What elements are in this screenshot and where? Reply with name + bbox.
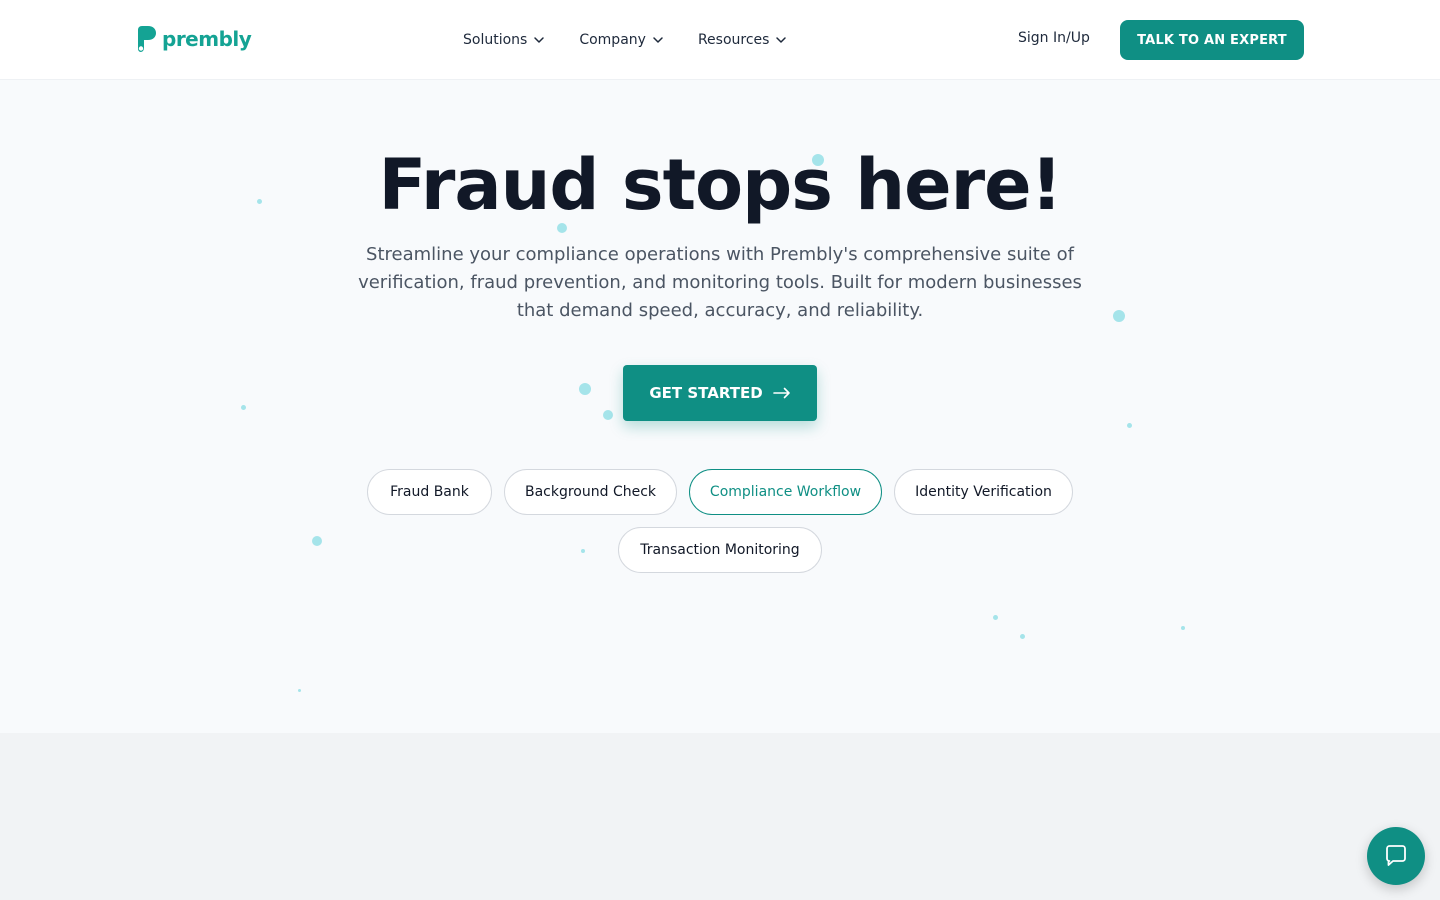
- top-nav: prembly Solutions Company Resources Sign…: [0, 0, 1440, 80]
- menu-solutions-label: Solutions: [463, 32, 528, 48]
- chip-compliance-workflow[interactable]: Compliance Workflow: [689, 469, 882, 515]
- decorative-dot: [581, 549, 585, 553]
- chip-label: Compliance Workflow: [709, 484, 862, 500]
- decorative-dot: [1127, 423, 1132, 428]
- decorative-dot: [298, 689, 301, 692]
- menu-company[interactable]: Company: [579, 28, 664, 52]
- menu-company-label: Company: [579, 32, 646, 48]
- prembly-logo[interactable]: prembly: [136, 26, 252, 52]
- decorative-dot: [241, 405, 246, 410]
- next-section: [0, 733, 1440, 900]
- chip-fraud-bank[interactable]: Fraud Bank: [367, 469, 492, 515]
- chip-label: Identity Verification: [915, 484, 1052, 500]
- chip-identity-verification[interactable]: Identity Verification: [894, 469, 1073, 515]
- menu-resources[interactable]: Resources: [698, 28, 788, 52]
- chat-button[interactable]: [1367, 827, 1425, 885]
- decorative-dot: [993, 615, 998, 620]
- chip-label: Fraud Bank: [390, 484, 469, 500]
- chip-background-check[interactable]: Background Check: [504, 469, 677, 515]
- brand-name: prembly: [162, 27, 252, 51]
- menu-resources-label: Resources: [697, 32, 770, 48]
- chip-label: Background Check: [524, 484, 657, 500]
- chevron-down-icon: [776, 37, 787, 43]
- sign-in-link[interactable]: Sign In/Up: [1018, 30, 1090, 46]
- chevron-down-icon: [534, 37, 545, 43]
- get-started-button[interactable]: GET STARTED: [623, 365, 817, 421]
- decorative-dot: [603, 410, 613, 420]
- talk-to-expert-button[interactable]: TALK TO AN EXPERT: [1120, 20, 1304, 60]
- hero-subheadline: Streamline your compliance operations wi…: [358, 244, 1082, 321]
- prembly-logo-icon: [138, 26, 156, 52]
- chip-transaction-monitoring[interactable]: Transaction Monitoring: [618, 527, 822, 573]
- hero-headline: Fraud stops here!: [378, 144, 1063, 226]
- menu-solutions[interactable]: Solutions: [463, 28, 545, 52]
- chevron-down-icon: [653, 37, 663, 43]
- decorative-dot: [1113, 310, 1125, 322]
- arrow-right-icon: [772, 387, 790, 399]
- main-menu: Solutions Company Resources: [463, 28, 787, 52]
- decorative-dot: [579, 383, 591, 395]
- chip-label: Transaction Monitoring: [640, 542, 800, 558]
- decorative-dot: [1181, 626, 1185, 630]
- chat-icon: [1386, 845, 1406, 866]
- hero-section: Fraud stops here! Streamline your compli…: [0, 81, 1440, 733]
- decorative-dot: [1020, 634, 1025, 639]
- decorative-dot: [312, 536, 322, 546]
- get-started-label: GET STARTED: [649, 384, 763, 402]
